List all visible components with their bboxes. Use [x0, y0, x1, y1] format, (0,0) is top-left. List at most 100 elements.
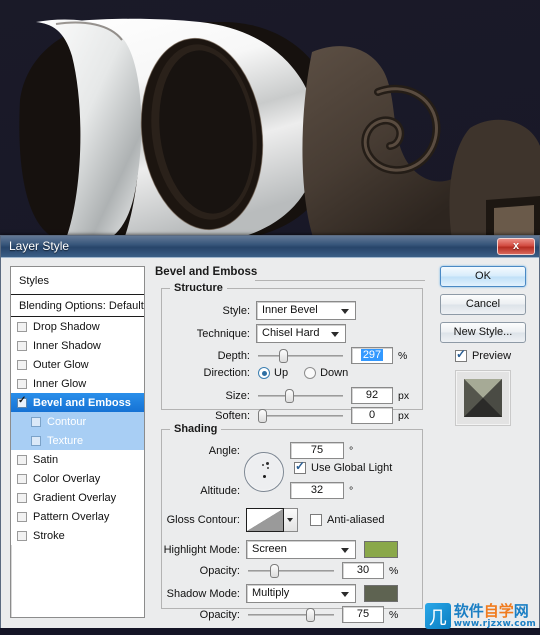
shadow-mode-select[interactable]: Multiply [246, 584, 356, 603]
checkbox-gradient-overlay[interactable] [17, 492, 27, 503]
shading-group: Shading Angle: 75 ° ✓ Use Global Light A… [161, 423, 423, 623]
depth-unit: % [398, 349, 408, 362]
size-slider-thumb[interactable] [285, 388, 294, 403]
screenshot-root: Layer Style x Styles Blending Options: D… [0, 0, 540, 635]
checkbox-pattern-overlay[interactable] [17, 511, 27, 522]
checkbox-inner-shadow[interactable] [17, 340, 27, 351]
styles-list-panel[interactable]: Styles Blending Options: Default Drop Sh… [10, 266, 145, 618]
checkbox-inner-glow[interactable] [17, 378, 27, 389]
checkbox-texture[interactable] [31, 435, 41, 446]
sidebar-item-pattern-overlay[interactable]: Pattern Overlay [11, 507, 144, 526]
angle-label: Angle: [208, 444, 240, 457]
shadow-opacity-unit: % [389, 608, 399, 621]
technique-select[interactable]: Chisel Hard [256, 324, 346, 343]
size-input[interactable]: 92 [351, 387, 393, 404]
shading-group-title: Shading [170, 423, 222, 435]
direction-radio-down[interactable]: Down [304, 367, 348, 379]
page-title: Bevel and Emboss [155, 266, 258, 278]
preview-thumbnail [464, 379, 502, 417]
checkbox-stroke[interactable] [17, 530, 27, 541]
highlight-opacity-thumb[interactable] [270, 563, 279, 578]
soften-unit: px [398, 409, 410, 422]
chevron-down-icon [341, 309, 349, 314]
blending-options-item[interactable]: Blending Options: Default [11, 295, 144, 317]
highlight-opacity-unit: % [389, 564, 399, 577]
direction-down-label: Down [320, 367, 349, 379]
gloss-contour-label: Gloss Contour: [166, 514, 240, 526]
sidebar-item-inner-glow[interactable]: Inner Glow [11, 374, 144, 393]
highlight-opacity-slider[interactable] [248, 563, 334, 578]
ok-button[interactable]: OK [440, 266, 526, 287]
highlight-color-swatch[interactable] [364, 541, 398, 558]
watermark-chinese: 软件自学网 [453, 601, 536, 620]
sidebar-item-inner-shadow[interactable]: Inner Shadow [11, 336, 144, 355]
shadow-mode-value: Multiply [252, 587, 290, 599]
highlight-opacity-label: Opacity: [199, 564, 240, 577]
watermark-cn-part1: 软件 [453, 601, 484, 620]
gloss-contour-control[interactable] [246, 508, 298, 532]
checkbox-anti-aliased[interactable] [310, 514, 322, 526]
size-slider[interactable] [258, 388, 343, 403]
sidebar-item-stroke[interactable]: Stroke [11, 526, 144, 545]
cancel-button[interactable]: Cancel [440, 294, 526, 315]
altitude-label: Altitude: [200, 484, 240, 497]
soften-slider[interactable] [258, 408, 343, 423]
sidebar-item-drop-shadow[interactable]: Drop Shadow [11, 317, 144, 336]
soften-slider-track [258, 414, 343, 417]
dialog-actions-panel: OK Cancel New Style... Preview [433, 266, 533, 618]
sidebar-item-label: Inner Shadow [33, 339, 101, 352]
checkbox-color-overlay[interactable] [17, 473, 27, 484]
watermark-url: www.rjzxw.com [453, 618, 536, 629]
dialog-titlebar[interactable]: Layer Style x [1, 236, 539, 258]
sidebar-item-contour[interactable]: Contour [11, 412, 144, 431]
anti-aliased-control[interactable]: Anti-aliased [310, 514, 384, 526]
sidebar-item-texture[interactable]: Texture [11, 431, 144, 450]
depth-slider-thumb[interactable] [279, 348, 288, 363]
sidebar-item-gradient-overlay[interactable]: Gradient Overlay [11, 488, 144, 507]
radio-down-icon[interactable] [304, 367, 317, 379]
angle-input[interactable]: 75 [290, 442, 344, 459]
highlight-mode-select[interactable]: Screen [246, 540, 356, 559]
gloss-contour-swatch[interactable] [246, 508, 284, 532]
checkbox-drop-shadow[interactable] [17, 321, 27, 332]
checkbox-preview[interactable] [454, 347, 467, 362]
preview-toggle[interactable]: Preview [433, 347, 533, 362]
sidebar-item-label: Color Overlay [33, 472, 101, 485]
style-select[interactable]: Inner Bevel [256, 301, 356, 320]
chevron-down-icon [341, 592, 349, 597]
direction-radio-up[interactable]: Up [258, 367, 288, 379]
new-style-button[interactable]: New Style... [440, 322, 526, 343]
size-unit: px [398, 389, 410, 402]
sidebar-item-bevel-and-emboss[interactable]: Bevel and Emboss [11, 393, 144, 412]
angle-dial-handle[interactable] [266, 462, 269, 465]
radio-up-icon[interactable] [258, 367, 270, 379]
depth-input[interactable]: 297 [351, 347, 393, 364]
gloss-contour-dropdown-arrow[interactable] [284, 508, 298, 532]
angle-dial-center [263, 475, 266, 478]
soften-slider-thumb[interactable] [258, 408, 267, 423]
sidebar-item-satin[interactable]: Satin [11, 450, 144, 469]
direction-up-label: Up [274, 367, 289, 379]
sidebar-item-outer-glow[interactable]: Outer Glow [11, 355, 144, 374]
shadow-opacity-thumb[interactable] [306, 607, 315, 622]
highlight-opacity-track [248, 569, 334, 572]
direction-label: Direction: [203, 367, 250, 379]
checkbox-use-global-light[interactable] [294, 459, 306, 474]
shadow-opacity-slider[interactable] [248, 607, 334, 622]
depth-slider[interactable] [258, 348, 343, 363]
main-options-panel: Bevel and Emboss Structure Style: Inner … [153, 266, 425, 623]
checkbox-outer-glow[interactable] [17, 359, 27, 370]
checkbox-satin[interactable] [17, 454, 27, 465]
technique-label: Technique: [196, 327, 250, 340]
highlight-opacity-input[interactable]: 30 [342, 562, 384, 579]
close-icon[interactable]: x [497, 238, 535, 255]
shadow-opacity-input[interactable]: 75 [342, 606, 384, 623]
checkbox-contour[interactable] [31, 416, 41, 427]
altitude-input[interactable]: 32 [290, 482, 344, 499]
sidebar-item-color-overlay[interactable]: Color Overlay [11, 469, 144, 488]
shadow-color-swatch[interactable] [364, 585, 398, 602]
checkbox-bevel-and-emboss[interactable] [17, 395, 27, 408]
soften-input[interactable]: 0 [351, 407, 393, 424]
angle-unit: ° [349, 444, 354, 457]
site-watermark: 软件自学网 www.rjzxw.com [424, 601, 536, 630]
